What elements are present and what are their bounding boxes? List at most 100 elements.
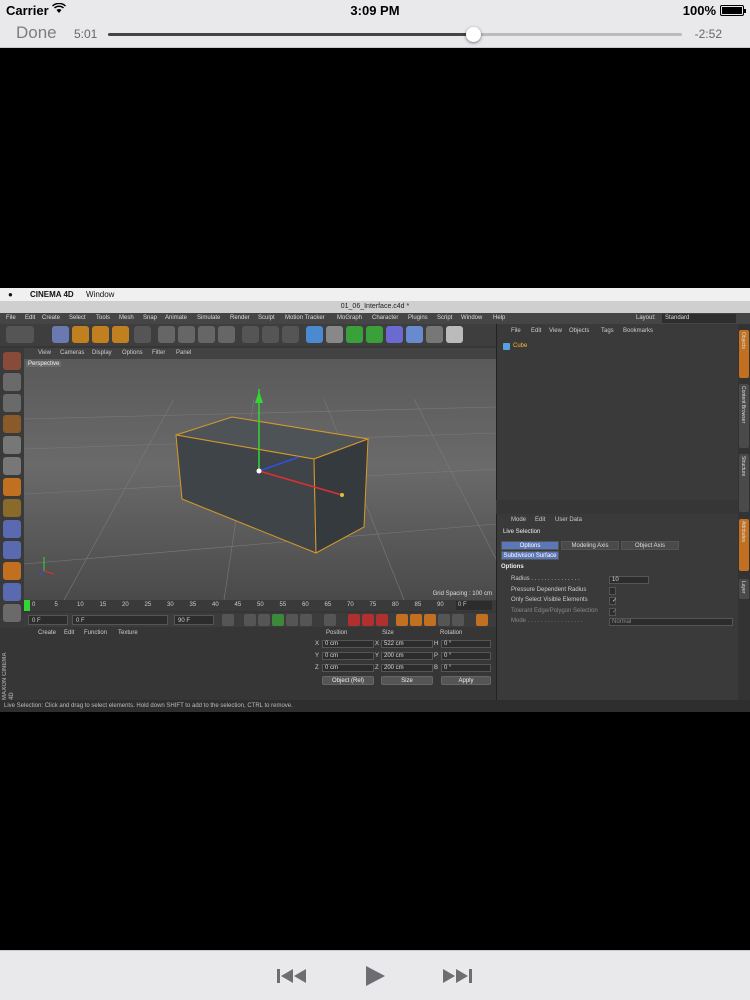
light-icon[interactable] <box>446 326 463 343</box>
main-menu-help[interactable]: Help <box>493 313 505 324</box>
tweak-mode-icon[interactable] <box>3 520 21 538</box>
coord-mode-select[interactable]: Object (Rel) <box>322 676 374 685</box>
main-menu-sculpt[interactable]: Sculpt <box>258 313 275 324</box>
size-y-field[interactable]: 200 cm <box>381 652 433 660</box>
coord-system-icon[interactable] <box>218 326 235 343</box>
scale-icon[interactable] <box>92 326 109 343</box>
next-key-button[interactable] <box>300 614 312 626</box>
key-param-button[interactable] <box>438 614 450 626</box>
object-menu-edit[interactable]: Edit <box>531 328 541 334</box>
attr-subtab-subdivision-surface[interactable]: Subdivision Surface <box>501 551 559 560</box>
start-frame-field[interactable]: 0 F <box>28 615 68 625</box>
next-frame-button[interactable] <box>286 614 298 626</box>
go-end-button[interactable] <box>324 614 336 626</box>
edges-mode-icon[interactable] <box>3 457 21 475</box>
main-menu-plugins[interactable]: Plugins <box>408 313 428 324</box>
play-icon[interactable] <box>362 963 388 989</box>
render-settings-icon[interactable] <box>282 326 299 343</box>
object-menu-tags[interactable]: Tags <box>601 328 614 334</box>
current-frame-field[interactable]: 0 F <box>72 615 168 625</box>
main-menu-simulate[interactable]: Simulate <box>197 313 220 324</box>
material-menu-edit[interactable]: Edit <box>64 628 74 639</box>
right-tab-structure[interactable]: Structure <box>739 454 749 512</box>
fast-forward-button[interactable] <box>440 963 474 989</box>
workplane-icon[interactable] <box>3 415 21 433</box>
x-axis-icon[interactable] <box>158 326 175 343</box>
move-icon[interactable] <box>72 326 89 343</box>
viewport-menu-cameras[interactable]: Cameras <box>60 348 84 359</box>
timeline-ruler[interactable]: 0 F 0 5 10 15 20 25 30 35 40 45 50 55 60 65 70 75 80 85 90 <box>24 600 496 611</box>
prev-key-button[interactable] <box>244 614 256 626</box>
locked-workplane-icon[interactable] <box>3 604 21 622</box>
timeline-end-field[interactable]: 0 F <box>456 601 492 610</box>
main-menu-script[interactable]: Script <box>437 313 452 324</box>
array-icon[interactable] <box>366 326 383 343</box>
right-tab-layer[interactable]: Layer <box>739 579 749 599</box>
right-tab-objects[interactable]: Objects <box>739 330 749 378</box>
main-menu-file[interactable]: File <box>6 313 16 324</box>
key-position-button[interactable] <box>396 614 408 626</box>
rotation-p-field[interactable]: 0 ° <box>441 652 491 660</box>
main-menu-animate[interactable]: Animate <box>165 313 187 324</box>
y-axis-icon[interactable] <box>178 326 195 343</box>
material-menu-function[interactable]: Function <box>84 628 107 639</box>
points-mode-icon[interactable] <box>3 436 21 454</box>
position-x-field[interactable]: 0 cm <box>322 640 374 648</box>
texture-mode-icon[interactable] <box>3 394 21 412</box>
object-cube-row[interactable]: Cube <box>503 342 563 351</box>
object-menu-view[interactable]: View <box>549 328 562 334</box>
video-frame[interactable]: ● CINEMA 4D Window 01_06_Interface.c4d *… <box>0 288 750 712</box>
z-axis-icon[interactable] <box>198 326 215 343</box>
main-menu-character[interactable]: Character <box>372 313 398 324</box>
axis-mode-icon[interactable] <box>3 499 21 517</box>
viewport[interactable]: Perspective Grid Spacing : 100 cm <box>24 359 496 600</box>
timeline-playhead[interactable] <box>24 600 30 611</box>
autokey-button[interactable] <box>362 614 374 626</box>
main-menu-edit[interactable]: Edit <box>25 313 35 324</box>
key-pla-button[interactable] <box>452 614 464 626</box>
render-picture-icon[interactable] <box>262 326 279 343</box>
floor-icon[interactable] <box>406 326 423 343</box>
subdivision-icon[interactable] <box>346 326 363 343</box>
keyframe-select-button[interactable] <box>376 614 388 626</box>
object-menu-bookmarks[interactable]: Bookmarks <box>623 328 653 334</box>
attr-menu-user-data[interactable]: User Data <box>555 517 582 523</box>
viewport-menu-display[interactable]: Display <box>92 348 112 359</box>
attr-menu-edit[interactable]: Edit <box>535 517 545 523</box>
deformer-icon[interactable] <box>386 326 403 343</box>
scrubber-track[interactable] <box>108 27 682 42</box>
viewport-menu-filter[interactable]: Filter <box>152 348 165 359</box>
attr-tab-object-axis[interactable]: Object Axis <box>621 541 679 550</box>
attr-field-value[interactable] <box>609 586 616 595</box>
apply-button[interactable]: Apply <box>441 676 491 685</box>
object-menu-file[interactable]: File <box>511 328 521 334</box>
key-scale-button[interactable] <box>424 614 436 626</box>
polygons-mode-icon[interactable] <box>3 478 21 496</box>
main-menu-select[interactable]: Select <box>69 313 86 324</box>
render-view-icon[interactable] <box>242 326 259 343</box>
attr-menu-mode[interactable]: Mode <box>511 517 526 523</box>
rotation-h-field[interactable]: 0 ° <box>441 640 491 648</box>
spline-pen-icon[interactable] <box>326 326 343 343</box>
play-button[interactable] <box>272 614 284 626</box>
make-editable-icon[interactable] <box>3 352 21 370</box>
main-menu-snap[interactable]: Snap <box>143 313 157 324</box>
timeline-window-button[interactable] <box>476 614 488 626</box>
recent-tool-icon[interactable] <box>134 326 151 343</box>
scrubber-thumb[interactable] <box>466 27 482 42</box>
live-select-icon[interactable] <box>52 326 69 343</box>
camera-icon[interactable] <box>426 326 443 343</box>
record-button[interactable] <box>348 614 360 626</box>
attr-field-value[interactable]: ✓ <box>609 607 617 616</box>
key-rotation-button[interactable] <box>410 614 422 626</box>
attr-field-value[interactable]: ✓ <box>609 597 617 605</box>
attr-field-value[interactable]: Normal <box>609 618 733 626</box>
attr-tab-modeling-axis[interactable]: Modeling Axis <box>561 541 619 550</box>
material-menu-create[interactable]: Create <box>38 628 56 639</box>
attr-field-value[interactable]: 10 <box>609 576 649 584</box>
object-menu-objects[interactable]: Objects <box>569 328 589 334</box>
prev-frame-button[interactable] <box>258 614 270 626</box>
main-menu-motion-tracker[interactable]: Motion Tracker <box>285 313 325 324</box>
viewport-menu-options[interactable]: Options <box>122 348 143 359</box>
viewport-menu-view[interactable]: View <box>38 348 51 359</box>
